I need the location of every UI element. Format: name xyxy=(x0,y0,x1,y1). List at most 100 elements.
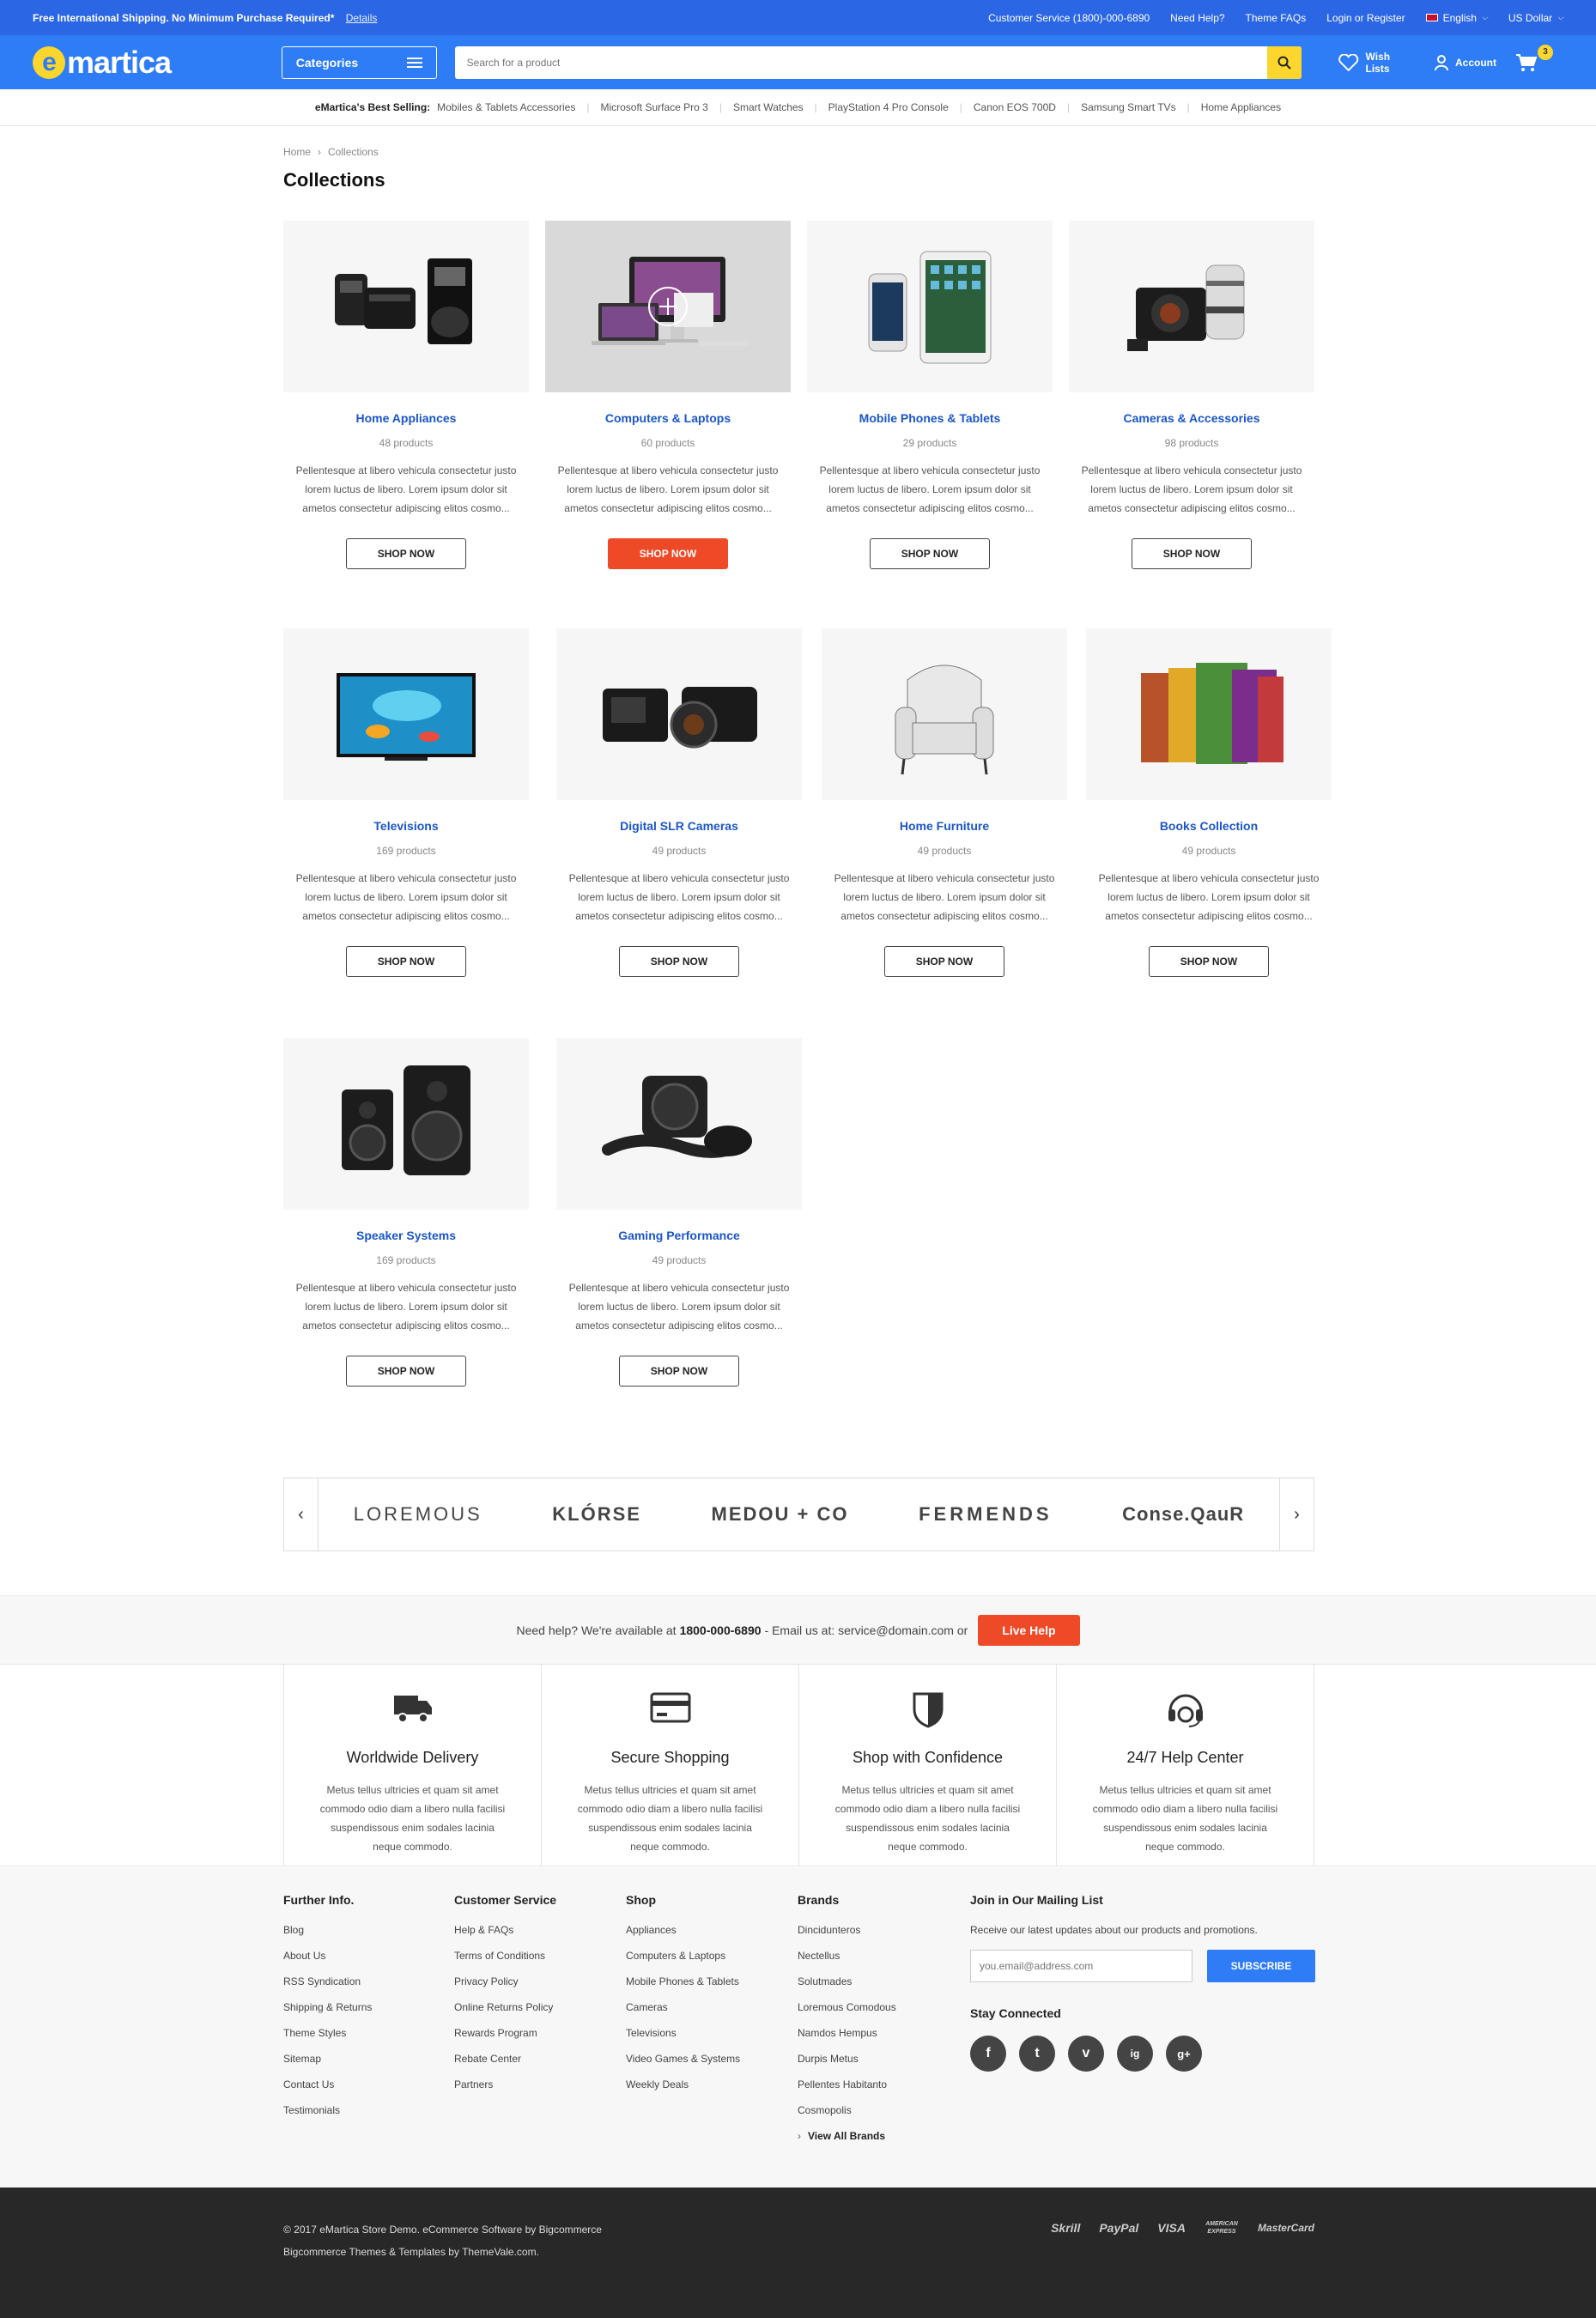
gaming-image[interactable] xyxy=(556,1038,802,1210)
tv-image[interactable] xyxy=(283,628,529,800)
shop-now-button[interactable]: SHOP NOW xyxy=(1149,946,1269,977)
collection-name[interactable]: Home Furniture xyxy=(822,819,1067,833)
shop-now-button[interactable]: SHOP NOW xyxy=(1132,538,1252,569)
shop-now-button[interactable]: SHOP NOW xyxy=(619,946,739,977)
need-help-link[interactable]: Need Help? xyxy=(1170,12,1224,24)
footer-link[interactable]: Privacy Policy xyxy=(454,1975,556,1987)
chair-image[interactable] xyxy=(822,628,1067,800)
wishlist-link[interactable]: Wish Lists xyxy=(1338,51,1416,75)
footer-link[interactable]: Partners xyxy=(454,2078,556,2090)
phones-image[interactable] xyxy=(807,221,1053,392)
footer-link[interactable]: Help & FAQs xyxy=(454,1924,556,1936)
footer-link[interactable]: Testimonials xyxy=(283,2104,372,2116)
live-help-button[interactable]: Live Help xyxy=(978,1614,1080,1646)
footer-link[interactable]: Namdos Hempus xyxy=(798,2027,896,2039)
best-selling-link[interactable]: Microsoft Surface Pro 3 xyxy=(600,101,707,113)
collection-name[interactable]: Home Appliances xyxy=(283,411,529,425)
shop-now-button[interactable]: SHOP NOW xyxy=(608,538,728,569)
brand-logo[interactable]: Conse.QauR xyxy=(1122,1503,1244,1526)
footer-link[interactable]: Pellentes Habitanto xyxy=(798,2078,896,2090)
google-plus-icon[interactable]: g+ xyxy=(1166,2036,1202,2072)
footer-link[interactable]: Online Returns Policy xyxy=(454,2001,556,2013)
books-image[interactable] xyxy=(1086,628,1332,800)
computers-image[interactable] xyxy=(545,221,791,392)
best-selling-link[interactable]: Mobiles & Tablets Accessories xyxy=(437,101,575,113)
categories-button[interactable]: Categories xyxy=(281,46,437,79)
appliances-image[interactable] xyxy=(283,221,529,392)
brand-logo[interactable]: FERMENDS xyxy=(919,1503,1052,1526)
vimeo-icon[interactable]: v xyxy=(1068,2036,1104,2072)
themes-credit[interactable]: Bigcommerce Themes & Templates by ThemeV… xyxy=(283,2241,602,2263)
footer-link[interactable]: Mobile Phones & Tablets xyxy=(626,1975,740,1987)
speakers-image[interactable] xyxy=(283,1038,529,1210)
twitter-icon[interactable]: t xyxy=(1019,2036,1055,2072)
login-register-link[interactable]: Login or Register xyxy=(1326,12,1405,24)
dslr-image[interactable] xyxy=(556,628,802,800)
footer-link[interactable]: Video Games & Systems xyxy=(626,2053,740,2065)
collection-name[interactable]: Cameras & Accessories xyxy=(1069,411,1314,425)
footer-link[interactable]: Durpis Metus xyxy=(798,2053,896,2065)
facebook-icon[interactable]: f xyxy=(970,2036,1006,2072)
shop-now-button[interactable]: SHOP NOW xyxy=(619,1356,739,1387)
footer-link[interactable]: Shipping & Returns xyxy=(283,2001,372,2013)
footer-link[interactable]: Nectellus xyxy=(798,1950,896,1962)
collection-name[interactable]: Gaming Performance xyxy=(556,1229,802,1242)
collection-name[interactable]: Speaker Systems xyxy=(283,1229,529,1242)
account-link[interactable]: Account xyxy=(1435,54,1496,71)
best-selling-link[interactable]: Canon EOS 700D xyxy=(974,101,1056,113)
footer-link[interactable]: Computers & Laptops xyxy=(626,1950,740,1962)
footer-link[interactable]: Rebate Center xyxy=(454,2053,556,2065)
promo-details-link[interactable]: Details xyxy=(346,12,378,24)
footer-link[interactable]: Appliances xyxy=(626,1924,740,1936)
best-selling-link[interactable]: PlayStation 4 Pro Console xyxy=(828,101,949,113)
language-selector[interactable]: English ⌵ xyxy=(1425,12,1488,24)
collection-name[interactable]: Digital SLR Cameras xyxy=(556,819,802,833)
best-selling-link[interactable]: Home Appliances xyxy=(1201,101,1281,113)
subscribe-button[interactable]: SUBSCRIBE xyxy=(1207,1950,1315,1982)
mailing-text: Receive our latest updates about our pro… xyxy=(970,1924,1258,1936)
footer-link[interactable]: Cameras xyxy=(626,2001,740,2013)
footer-link[interactable]: Contact Us xyxy=(283,2078,372,2090)
brand-logo[interactable]: KLÓRSE xyxy=(552,1503,641,1526)
footer-link[interactable]: Dincidunteros xyxy=(798,1924,896,1936)
email-field[interactable] xyxy=(970,1950,1192,1982)
collection-name[interactable]: Books Collection xyxy=(1086,819,1332,833)
collection-name[interactable]: Televisions xyxy=(283,819,529,833)
footer-link[interactable]: Weekly Deals xyxy=(626,2078,740,2090)
shop-now-button[interactable]: SHOP NOW xyxy=(346,538,466,569)
cameras-image[interactable] xyxy=(1069,221,1314,392)
shop-now-button[interactable]: SHOP NOW xyxy=(884,946,1004,977)
best-selling-link[interactable]: Smart Watches xyxy=(733,101,804,113)
view-all-brands-link[interactable]: › View All Brands xyxy=(798,2130,896,2142)
footer-link[interactable]: RSS Syndication xyxy=(283,1975,372,1987)
chevron-left-icon[interactable]: ‹ xyxy=(284,1478,319,1550)
shop-now-button[interactable]: SHOP NOW xyxy=(346,1356,466,1387)
footer-link[interactable]: Sitemap xyxy=(283,2053,372,2065)
footer-link[interactable]: Loremous Comodous xyxy=(798,2001,896,2013)
site-logo[interactable]: e martica xyxy=(33,45,282,81)
shop-now-button[interactable]: SHOP NOW xyxy=(870,538,990,569)
footer-link[interactable]: Solutmades xyxy=(798,1975,896,1987)
customer-service-link[interactable]: Customer Service (1800)-000-6890 xyxy=(988,12,1150,24)
shop-now-button[interactable]: SHOP NOW xyxy=(346,946,466,977)
footer-link[interactable]: Televisions xyxy=(626,2027,740,2039)
footer-link[interactable]: Theme Styles xyxy=(283,2027,372,2039)
search-button[interactable] xyxy=(1267,46,1302,79)
breadcrumb-home[interactable]: Home xyxy=(283,146,311,158)
theme-faqs-link[interactable]: Theme FAQs xyxy=(1246,12,1307,24)
footer-link[interactable]: Blog xyxy=(283,1924,372,1936)
chevron-right-icon[interactable]: › xyxy=(1279,1478,1314,1550)
currency-selector[interactable]: US Dollar ⌵ xyxy=(1508,12,1563,24)
footer-link[interactable]: Rewards Program xyxy=(454,2027,556,2039)
best-selling-link[interactable]: Samsung Smart TVs xyxy=(1081,101,1175,113)
footer-link[interactable]: Terms of Conditions xyxy=(454,1950,556,1962)
cart-button[interactable]: 3 xyxy=(1515,44,1553,72)
footer-link[interactable]: About Us xyxy=(283,1950,372,1962)
search-input[interactable] xyxy=(454,46,1268,79)
footer-link[interactable]: Cosmopolis xyxy=(798,2104,896,2116)
collection-name[interactable]: Computers & Laptops xyxy=(545,411,791,425)
brand-logo[interactable]: LOREMOUS xyxy=(354,1503,482,1526)
collection-name[interactable]: Mobile Phones & Tablets xyxy=(807,411,1053,425)
instagram-icon[interactable]: ig xyxy=(1117,2036,1153,2072)
brand-logo[interactable]: MEDOU + CO xyxy=(712,1503,849,1526)
